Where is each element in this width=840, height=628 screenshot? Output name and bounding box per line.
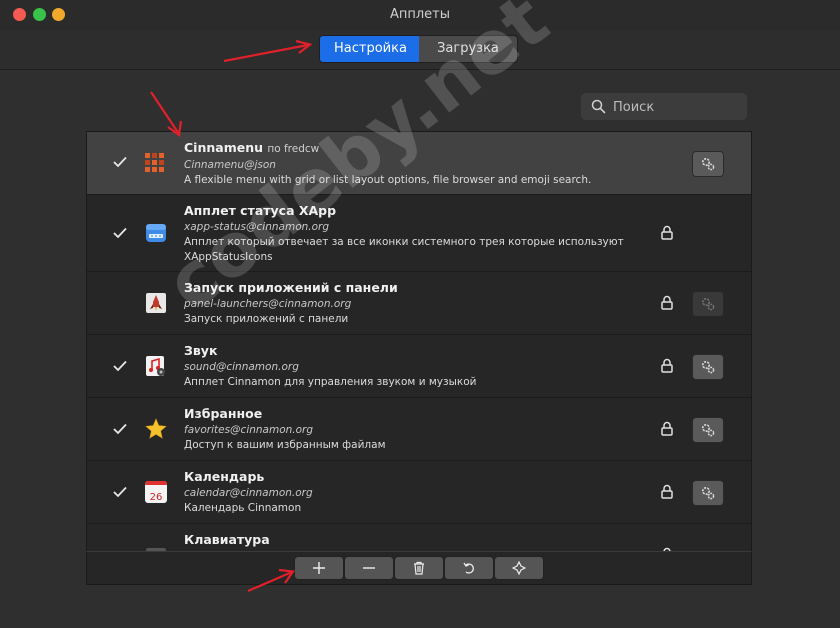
search-input[interactable]: [611, 93, 745, 122]
applet-author: по fredcw: [267, 143, 320, 155]
tab-manage[interactable]: Настройка: [320, 36, 419, 62]
applet-uuid: calendar@cinnamon.org: [184, 487, 313, 499]
applet-name: Cinnamenu: [184, 140, 263, 155]
lock-icon: [661, 358, 673, 373]
applet-row[interactable]: Клавиатура: [87, 524, 751, 552]
add-button[interactable]: [294, 556, 344, 580]
remove-icon: [363, 567, 375, 569]
applet-name: Клавиатура: [184, 532, 270, 547]
applet-row[interactable]: Запуск приложений с панели panel-launche…: [87, 272, 751, 335]
applet-row[interactable]: Cinnamenu по fredcw Cinnamenu@json A fle…: [87, 132, 751, 195]
gears-icon: [701, 360, 715, 374]
applet-toolbar: [86, 551, 752, 585]
applet-description: Апплет который отвечает за все иконки си…: [184, 236, 624, 263]
restore-button[interactable]: [494, 556, 544, 580]
enabled-check-icon[interactable]: [113, 423, 127, 435]
lock-icon: [661, 484, 673, 499]
enabled-check-icon[interactable]: [113, 486, 127, 498]
restore-icon: [511, 560, 527, 576]
lock-icon: [661, 421, 673, 436]
configure-button[interactable]: [692, 291, 724, 317]
applet-description: Календарь Cinnamon: [184, 502, 302, 514]
applet-uuid: xapp-status@cinnamon.org: [184, 221, 330, 233]
applet-uuid: panel-launchers@cinnamon.org: [184, 298, 352, 310]
configure-button[interactable]: [692, 480, 724, 506]
view-switcher: Настройка Загрузка: [319, 35, 518, 63]
search-icon: [591, 99, 606, 114]
cinnamenu-grid-icon: [145, 153, 164, 172]
add-icon: [313, 562, 325, 574]
applet-description: Запуск приложений с панели: [184, 313, 349, 325]
red-arrow-tab: [223, 40, 313, 63]
uninstall-button[interactable]: [394, 556, 444, 580]
applet-row[interactable]: Звук sound@cinnamon.org Апплет Cinnamon …: [87, 335, 751, 398]
gears-icon: [701, 297, 715, 311]
calendar-icon: 26: [145, 481, 167, 503]
applet-row[interactable]: 26 Календарь calendar@cinnamon.org Кален…: [87, 461, 751, 524]
configure-button[interactable]: [692, 354, 724, 380]
applet-name: Запуск приложений с панели: [184, 280, 398, 295]
applet-description: Доступ к вашим избранным файлам: [184, 439, 386, 451]
calendar-icon-day: 26: [149, 492, 163, 503]
gears-icon: [701, 157, 715, 171]
applet-uuid: favorites@cinnamon.org: [184, 424, 314, 436]
remove-button[interactable]: [344, 556, 394, 580]
applet-row[interactable]: Избранное favorites@cinnamon.org Доступ …: [87, 398, 751, 461]
gears-icon: [701, 423, 715, 437]
applet-name: Избранное: [184, 406, 263, 421]
window-title: Апплеты: [389, 7, 451, 22]
applet-name: Апплет статуса XApp: [184, 203, 337, 218]
xapp-status-icon: [146, 224, 166, 242]
enabled-check-icon[interactable]: [113, 227, 127, 239]
title-bar: Апплеты: [0, 0, 840, 30]
undo-icon: [463, 562, 474, 574]
undo-button[interactable]: [444, 556, 494, 580]
applet-description: Апплет Cinnamon для управления звуком и …: [184, 376, 477, 388]
applet-list: Cinnamenu по fredcw Cinnamenu@json A fle…: [86, 131, 752, 553]
star-icon: [145, 418, 167, 439]
applet-description: A flexible menu with grid or list layout…: [184, 174, 592, 186]
applet-name: Календарь: [184, 469, 265, 484]
configure-button[interactable]: [692, 417, 724, 443]
rocket-icon: [146, 293, 166, 313]
applet-row[interactable]: Апплет статуса XApp xapp-status@cinnamon…: [87, 195, 751, 272]
enabled-check-icon[interactable]: [113, 360, 127, 372]
lock-icon: [661, 225, 673, 240]
applet-uuid: Cinnamenu@json: [184, 159, 276, 171]
applet-uuid: sound@cinnamon.org: [184, 361, 299, 373]
enabled-check-icon[interactable]: [113, 156, 127, 168]
sound-icon: [146, 356, 165, 376]
applet-name: Звук: [184, 343, 218, 358]
tab-download[interactable]: Загрузка: [419, 36, 517, 62]
configure-button[interactable]: [692, 151, 724, 177]
gears-icon: [701, 486, 715, 500]
search-box: [581, 93, 747, 122]
lock-icon: [661, 295, 673, 310]
trash-icon: [414, 561, 424, 575]
